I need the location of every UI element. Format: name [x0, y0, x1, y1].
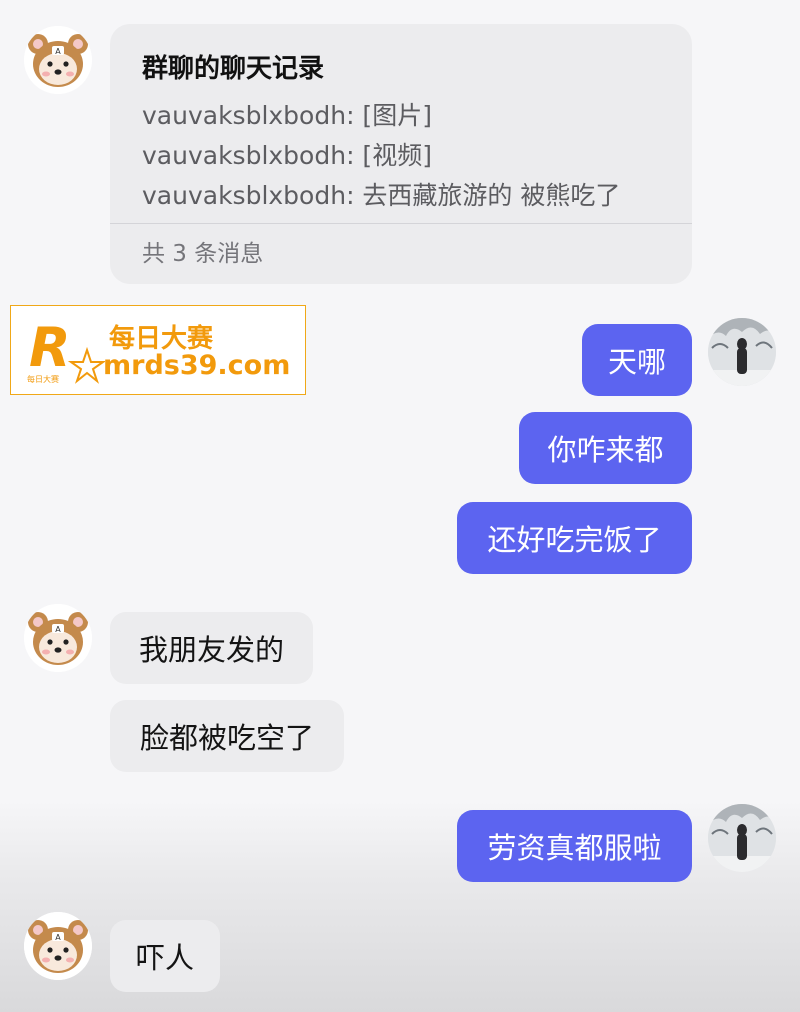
card-divider — [110, 223, 692, 224]
contact-avatar[interactable] — [24, 26, 92, 94]
svg-text:R: R — [29, 316, 71, 379]
bear-avatar-icon — [24, 26, 92, 94]
message-bubble-outgoing[interactable]: 你咋来都 — [519, 412, 692, 484]
contact-avatar[interactable] — [24, 912, 92, 980]
contact-avatar[interactable] — [24, 604, 92, 672]
message-bubble-incoming[interactable]: 我朋友发的 — [110, 612, 313, 684]
message-bubble-incoming[interactable]: 吓人 — [110, 920, 220, 992]
message-bubble-incoming[interactable]: 脸都被吃空了 — [110, 700, 344, 772]
watermark-url: mrds39.com — [103, 350, 291, 381]
self-avatar[interactable] — [708, 318, 776, 386]
forwarded-card-count: 共 3 条消息 — [142, 241, 264, 267]
watermark-logo: R 每日大赛 — [27, 316, 105, 384]
message-bubble-outgoing[interactable]: 天哪 — [582, 324, 692, 396]
bear-avatar-icon — [24, 604, 92, 672]
person-photo-icon — [708, 804, 776, 872]
self-avatar[interactable] — [708, 804, 776, 872]
forwarded-line: vauvaksblxbodh: 去西藏旅游的 被熊吃了 — [142, 181, 621, 210]
bear-avatar-icon — [24, 912, 92, 980]
message-bubble-outgoing[interactable]: 劳资真都服啦 — [457, 810, 692, 882]
forwarded-chat-card[interactable]: 群聊的聊天记录 vauvaksblxbodh: [图片] vauvaksblxb… — [110, 24, 692, 284]
svg-text:每日大赛: 每日大赛 — [27, 374, 59, 384]
forwarded-card-title: 群聊的聊天记录 — [142, 54, 325, 84]
forwarded-line: vauvaksblxbodh: [视频] — [142, 141, 432, 170]
person-photo-icon — [708, 318, 776, 386]
message-bubble-outgoing[interactable]: 还好吃完饭了 — [457, 502, 692, 574]
forwarded-line: vauvaksblxbodh: [图片] — [142, 101, 432, 130]
watermark-banner: R 每日大赛 每日大赛 mrds39.com — [10, 305, 306, 395]
